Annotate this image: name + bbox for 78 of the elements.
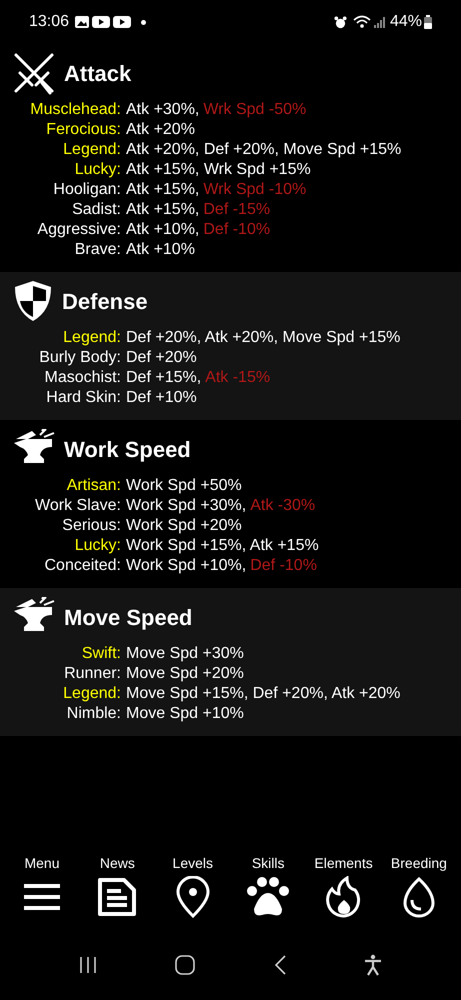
- trait-name: Brave:: [74, 240, 122, 260]
- back-icon[interactable]: [272, 954, 287, 976]
- document-icon: [97, 877, 138, 917]
- nav-label[interactable]: Skills: [252, 854, 284, 872]
- trait-name: Burly Body:: [38, 348, 122, 368]
- trait-name: Hooligan:: [52, 180, 122, 200]
- nav-label[interactable]: Levels: [172, 854, 214, 872]
- bonus-text: Move Spd +20%: [126, 665, 244, 682]
- bonus-text: Def +15%,: [126, 369, 202, 386]
- bonus-text: Def +20%: [126, 349, 197, 366]
- trait-name: Legend:: [62, 684, 122, 704]
- bonus-text: Work Spd +10%,: [126, 557, 246, 574]
- bonus-text: Def +20%, Atk +20%, Move Spd +15%: [126, 329, 400, 346]
- trait-name: Lucky:: [74, 536, 122, 556]
- penalty-text: Atk -15%: [205, 369, 270, 386]
- trait-name: Aggressive:: [36, 220, 122, 240]
- signal-icon: [374, 16, 386, 28]
- section-title: Attack: [64, 60, 132, 88]
- bonus-text: Atk +15%,: [126, 181, 200, 198]
- trait-name: Musclehead:: [29, 100, 122, 120]
- battery-icon: [424, 15, 432, 29]
- bonus-text: Def +10%: [126, 389, 197, 406]
- bonus-text: Work Spd +30%,: [126, 497, 246, 514]
- battery-percent: 44%: [390, 12, 422, 32]
- trait-name: Conceited:: [44, 556, 122, 576]
- trait-name: Artisan:: [66, 476, 122, 496]
- section-title: Move Speed: [64, 604, 192, 632]
- trait-name: Work Slave:: [34, 496, 122, 516]
- trait-name: Ferocious:: [45, 120, 122, 140]
- bonus-text: Atk +20%: [126, 121, 195, 138]
- bonus-text: Work Spd +15%, Atk +15%: [126, 537, 319, 554]
- trait-name: Legend:: [62, 328, 122, 348]
- penalty-text: Def -15%: [203, 201, 270, 218]
- crossed-swords-icon: [12, 51, 56, 95]
- trait-name: Masochist:: [44, 368, 122, 388]
- trait-name: Serious:: [61, 516, 122, 536]
- section-title: Work Speed: [64, 436, 191, 464]
- penalty-text: Def -10%: [250, 557, 317, 574]
- video-icon: [113, 16, 132, 28]
- trait-name: Lucky:: [74, 160, 122, 180]
- bonus-text: Move Spd +10%: [126, 705, 244, 722]
- trait-name: Nimble:: [66, 704, 122, 724]
- bonus-text: Atk +15%,: [126, 201, 200, 218]
- location-pin-icon: [174, 876, 211, 918]
- penalty-text: Wrk Spd -10%: [203, 181, 306, 198]
- trait-name: Legend:: [62, 140, 122, 160]
- bonus-text: Work Spd +20%: [126, 517, 242, 534]
- trait-name: Sadist:: [71, 200, 122, 220]
- penalty-text: Wrk Spd -50%: [203, 101, 306, 118]
- paw-icon: [246, 877, 290, 917]
- trait-name: Runner:: [63, 664, 122, 684]
- nav-label[interactable]: Menu: [24, 854, 60, 872]
- bonus-text: Atk +20%, Def +20%, Move Spd +15%: [126, 141, 402, 158]
- accessibility-icon[interactable]: [362, 954, 383, 976]
- dot-icon: [141, 20, 146, 24]
- bonus-text: Atk +30%,: [126, 101, 200, 118]
- shield-icon: [12, 279, 54, 323]
- penalty-text: Def -10%: [203, 221, 270, 238]
- status-time: 13:06: [29, 12, 70, 32]
- nav-label[interactable]: News: [100, 854, 135, 872]
- wifi-icon: [352, 15, 371, 29]
- nav-label[interactable]: Breeding: [390, 854, 447, 872]
- trait-name: Hard Skin:: [45, 388, 122, 408]
- bonus-text: Atk +10%: [126, 241, 195, 258]
- trait-name: Swift:: [80, 644, 122, 664]
- nav-label[interactable]: Elements: [314, 854, 373, 872]
- section-title: Defense: [62, 288, 148, 316]
- gallery-icon: [75, 16, 90, 28]
- penalty-text: Atk -30%: [250, 497, 316, 514]
- home-icon[interactable]: [174, 954, 196, 976]
- flame-icon: [324, 876, 363, 918]
- bonus-text: Work Spd +50%: [126, 477, 242, 494]
- bonus-text: Atk +10%,: [126, 221, 200, 238]
- video-icon: [92, 16, 110, 28]
- bonus-text: Move Spd +15%, Def +20%, Atk +20%: [126, 685, 400, 702]
- bonus-text: Move Spd +30%: [126, 645, 244, 662]
- recent-apps-icon[interactable]: [78, 955, 98, 975]
- bonus-text: Atk +15%, Wrk Spd +15%: [126, 161, 311, 178]
